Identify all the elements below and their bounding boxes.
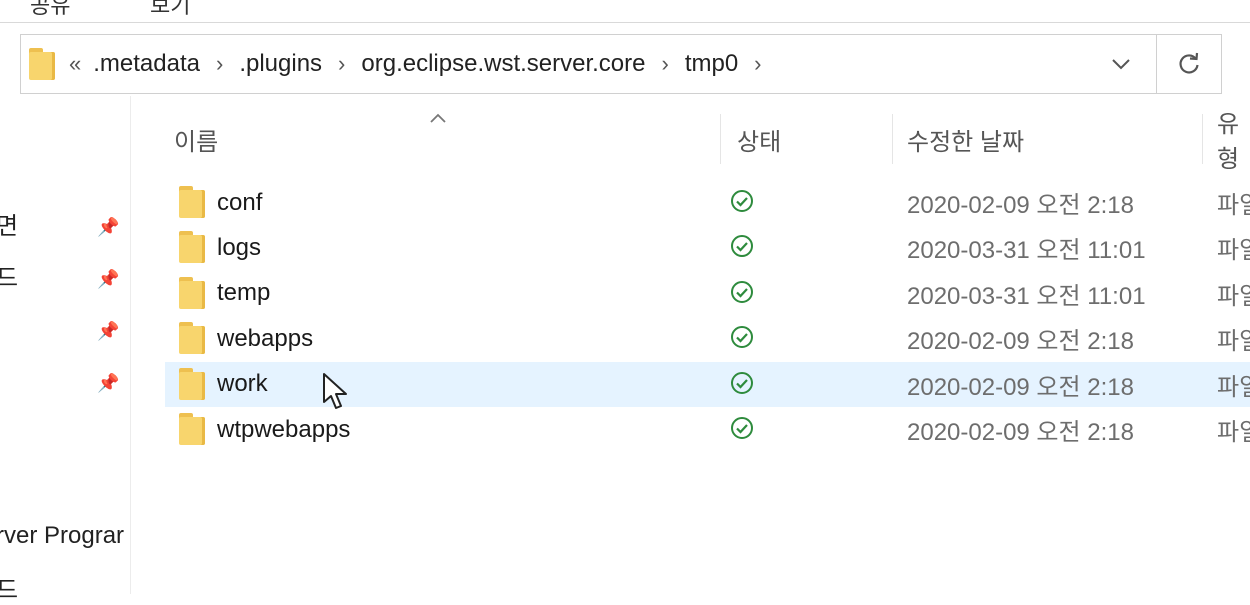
ribbon-tab-share[interactable]: 공유 [30,0,70,20]
breadcrumb-item-server-core[interactable]: org.eclipse.wst.server.core [359,50,647,78]
breadcrumb: « .metadata › .plugins › org.eclipse.wst… [29,35,776,93]
file-type: 파일 폴더 [1217,419,1250,446]
file-row-wtpwebapps[interactable]: wtpwebapps 2020-02-09 오전 2:18 파일 폴더 [165,407,1250,452]
file-type: 파일 폴더 [1217,237,1250,265]
chevron-right-icon[interactable]: › [324,51,359,77]
chevron-right-icon[interactable]: › [647,51,682,77]
refresh-icon[interactable] [1169,45,1209,83]
sort-ascending-icon [428,104,448,130]
modified-date: 2020-02-09 오전 2:18 [907,328,1134,356]
pin-icon[interactable]: 📌 [97,372,119,394]
modified-date: 2020-02-09 오전 2:18 [907,419,1134,446]
file-type: 파일 폴더 [1217,282,1250,310]
file-row-logs[interactable]: logs 2020-03-31 오전 11:01 파일 폴더 [165,225,1250,270]
chevron-down-icon[interactable] [1101,45,1141,83]
file-row-temp[interactable]: temp 2020-03-31 오전 11:01 파일 폴더 [165,271,1250,316]
ribbon-tabs-strip: 공유 보기 [0,0,1250,23]
address-bar[interactable]: « .metadata › .plugins › org.eclipse.wst… [20,34,1222,94]
file-name[interactable]: webapps [217,316,313,361]
sync-status-check-icon [730,416,754,440]
file-type: 파일 폴더 [1217,192,1250,219]
nav-item-fragment[interactable]: 드 [0,570,18,605]
nav-item-fragment[interactable]: rver Prograr [0,522,124,550]
file-row-conf[interactable]: conf 2020-02-09 오전 2:18 파일 폴더 [165,180,1250,225]
sync-status-check-icon [730,189,754,213]
column-header-status[interactable]: 상태 [737,114,781,164]
folder-icon [179,367,205,400]
file-name[interactable]: work [217,362,268,407]
file-name[interactable]: conf [217,180,262,225]
folder-icon [29,48,55,80]
breadcrumb-item-metadata[interactable]: .metadata [91,50,202,78]
pin-icon[interactable]: 📌 [97,268,119,290]
column-divider[interactable] [892,114,893,164]
file-name[interactable]: wtpwebapps [217,407,350,452]
file-type: 파일 폴더 [1217,328,1250,356]
chevron-right-icon[interactable]: › [202,51,237,77]
file-name[interactable]: temp [217,271,270,316]
folder-icon [179,276,205,309]
ribbon-tab-view[interactable]: 보기 [150,0,190,20]
navigation-pane[interactable]: 면 드 rver Prograr 드 📌 📌 📌 📌 [0,96,131,604]
nav-item-fragment[interactable]: 드 [0,258,18,293]
sync-status-check-icon [730,234,754,258]
file-name[interactable]: logs [217,225,261,270]
divider [1156,35,1157,93]
file-row-webapps[interactable]: webapps 2020-02-09 오전 2:18 파일 폴더 [165,316,1250,361]
column-divider[interactable] [720,114,721,164]
column-header-name[interactable]: 이름 [174,114,218,164]
nav-item-fragment[interactable]: 면 [0,206,18,241]
pin-icon[interactable]: 📌 [97,216,119,238]
file-type: 파일 폴더 [1217,373,1250,401]
modified-date: 2020-02-09 오전 2:18 [907,373,1134,401]
modified-date: 2020-03-31 오전 11:01 [907,237,1146,265]
breadcrumb-overflow-button[interactable]: « [55,51,91,77]
column-header-type[interactable]: 유형 [1217,111,1250,173]
modified-date: 2020-03-31 오전 11:01 [907,282,1146,310]
chevron-right-icon[interactable]: › [740,51,775,77]
mouse-cursor-icon [322,372,350,412]
sync-status-check-icon [730,280,754,304]
breadcrumb-item-tmp0[interactable]: tmp0 [683,50,740,78]
folder-icon [179,322,205,355]
folder-icon [179,413,205,445]
pin-icon[interactable]: 📌 [97,320,119,342]
column-divider[interactable] [1202,114,1203,164]
folder-icon [179,186,205,218]
breadcrumb-item-plugins[interactable]: .plugins [237,50,324,78]
sync-status-check-icon [730,371,754,395]
modified-date: 2020-02-09 오전 2:18 [907,192,1134,219]
folder-icon [179,231,205,264]
sync-status-check-icon [730,325,754,349]
column-header-date[interactable]: 수정한 날짜 [907,114,1024,164]
